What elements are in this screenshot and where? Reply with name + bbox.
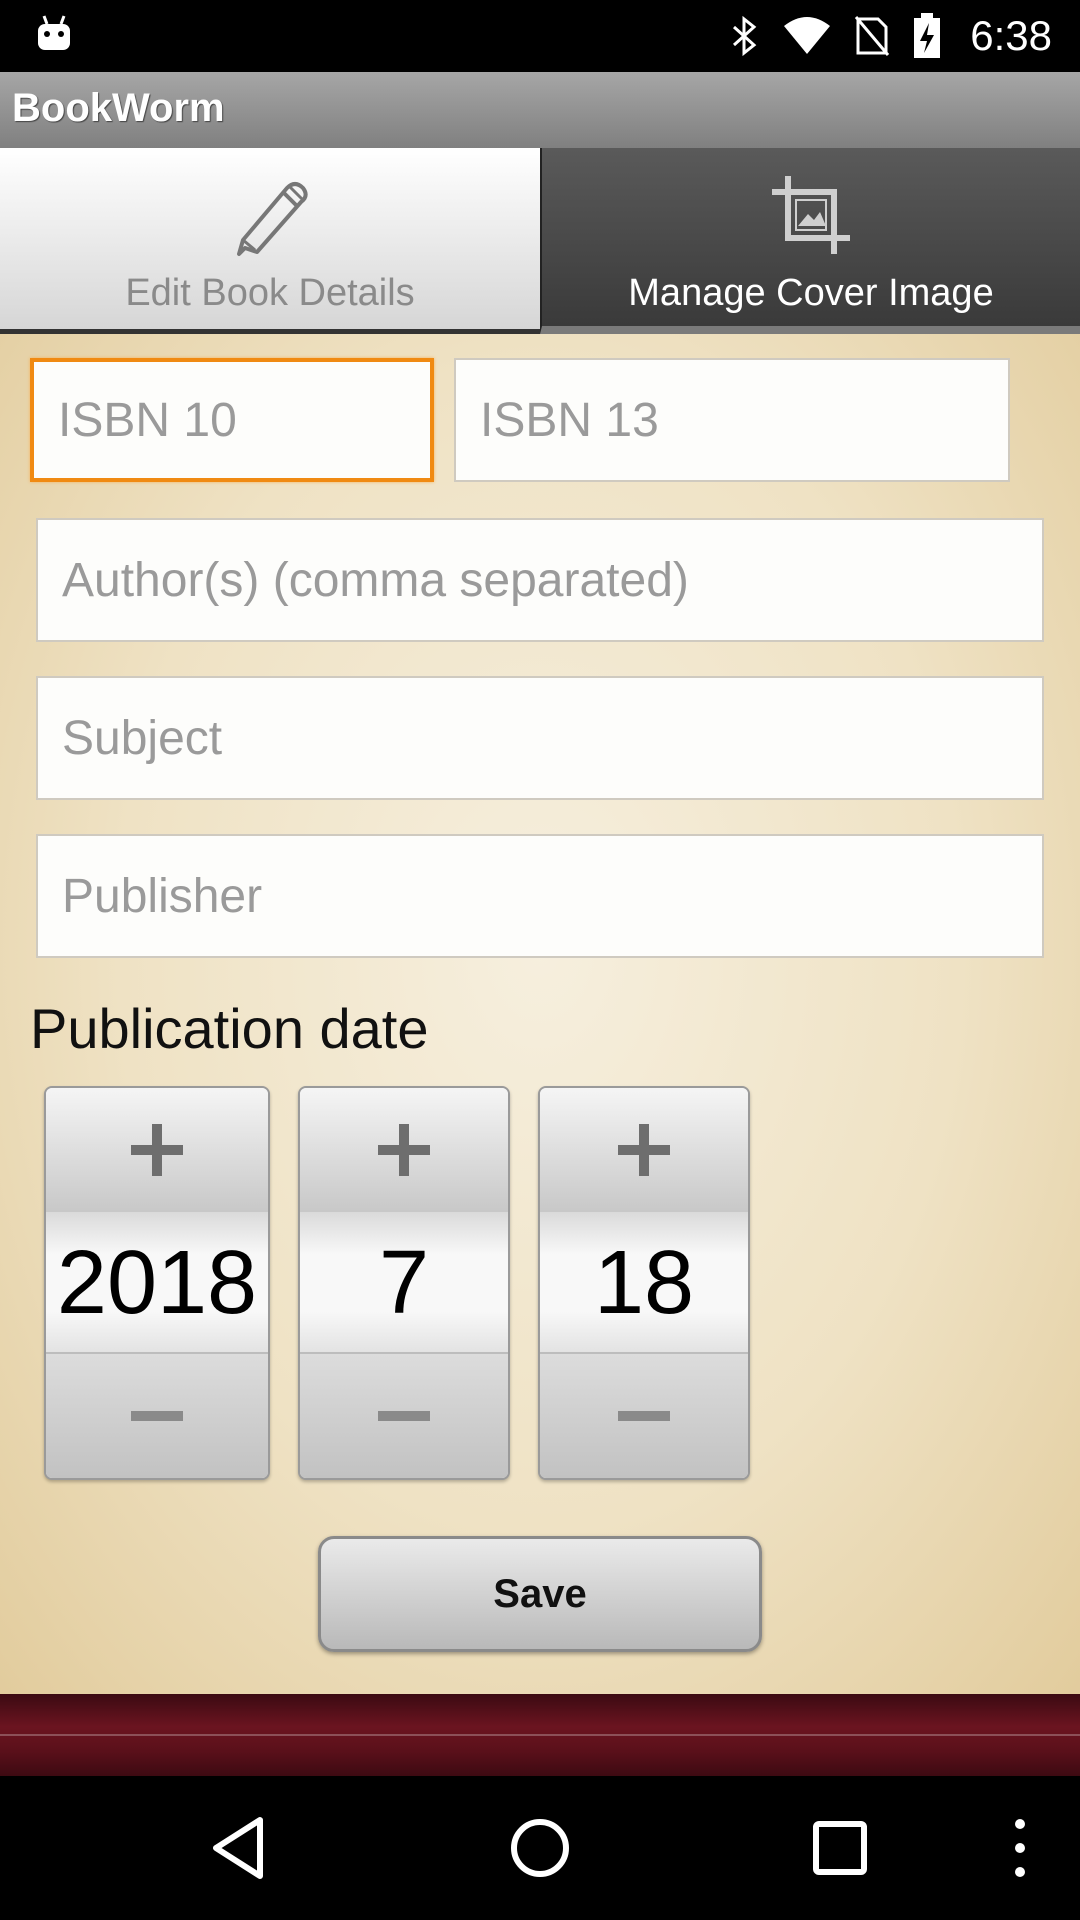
android-icon	[38, 15, 70, 50]
app-title: BookWorm	[12, 86, 225, 130]
book-details-form: Publication date 2018 7	[0, 334, 1080, 1694]
clock: 6:38	[970, 12, 1052, 59]
back-icon[interactable]	[204, 1812, 276, 1884]
minus-icon	[618, 1411, 670, 1421]
authors-field-frame	[36, 518, 1044, 642]
no-sim-icon	[855, 16, 890, 56]
tab-label: Edit Book Details	[125, 272, 415, 314]
month-value[interactable]: 7	[300, 1212, 508, 1354]
stitch-line	[0, 1734, 1080, 1736]
subject-field-frame	[36, 676, 1044, 800]
minus-icon	[378, 1411, 430, 1421]
save-button-label: Save	[493, 1571, 587, 1616]
authors-input[interactable]	[38, 520, 1042, 640]
plus-icon	[618, 1124, 670, 1176]
plus-icon	[131, 1124, 183, 1176]
crop-icon	[772, 176, 850, 254]
day-increment-button[interactable]	[540, 1088, 748, 1214]
minus-icon	[131, 1411, 183, 1421]
title-bar: BookWorm	[0, 72, 1080, 150]
plus-icon	[378, 1124, 430, 1176]
pencil-icon	[237, 182, 308, 256]
year-increment-button[interactable]	[46, 1088, 268, 1214]
year-value[interactable]: 2018	[46, 1212, 268, 1354]
isbn13-field-frame	[454, 358, 1010, 482]
save-button[interactable]: Save	[318, 1536, 762, 1652]
isbn10-field-frame	[30, 358, 434, 482]
tab-label: Manage Cover Image	[628, 272, 994, 314]
navigation-bar	[0, 1776, 1080, 1920]
month-increment-button[interactable]	[300, 1088, 508, 1214]
battery-charging-icon	[914, 13, 941, 58]
home-icon[interactable]	[504, 1812, 576, 1884]
wifi-icon	[784, 17, 831, 54]
year-picker: 2018	[44, 1086, 270, 1480]
tab-edit-book-details[interactable]: Edit Book Details	[0, 148, 540, 334]
month-decrement-button[interactable]	[300, 1352, 508, 1478]
bluetooth-icon	[733, 15, 757, 57]
publisher-field-frame	[36, 834, 1044, 958]
day-picker: 18	[538, 1086, 750, 1480]
isbn10-input[interactable]	[34, 362, 430, 478]
menu-icon[interactable]	[984, 1812, 1056, 1884]
recents-icon[interactable]	[804, 1812, 876, 1884]
isbn13-input[interactable]	[456, 360, 1008, 480]
year-decrement-button[interactable]	[46, 1352, 268, 1478]
leather-footer	[0, 1694, 1080, 1776]
subject-input[interactable]	[38, 678, 1042, 798]
publication-date-label: Publication date	[30, 997, 429, 1060]
publisher-input[interactable]	[38, 836, 1042, 956]
day-value[interactable]: 18	[540, 1212, 748, 1354]
tab-manage-cover-image[interactable]: Manage Cover Image	[540, 148, 1080, 334]
day-decrement-button[interactable]	[540, 1352, 748, 1478]
status-bar: 6:38	[0, 0, 1080, 72]
tab-bar: Edit Book Details Manage Cover Image	[0, 148, 1080, 334]
month-picker: 7	[298, 1086, 510, 1480]
